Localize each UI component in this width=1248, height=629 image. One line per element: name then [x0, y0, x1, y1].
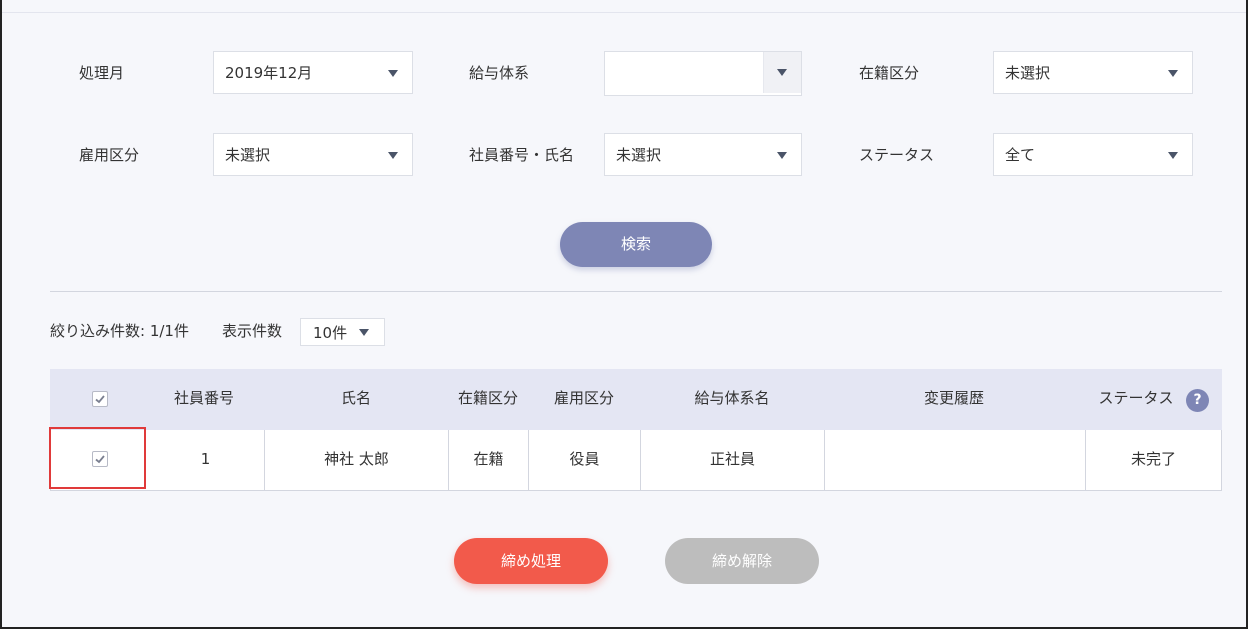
chevron-down-icon — [777, 69, 787, 76]
check-icon — [95, 455, 105, 464]
cell-history — [825, 430, 1086, 490]
pay-system-label: 給与体系 — [469, 64, 530, 82]
top-divider — [2, 12, 1246, 13]
pay-system-select[interactable] — [604, 51, 802, 96]
processing-month-select[interactable]: 2019年12月 — [213, 51, 413, 94]
enrollment-type-label: 在籍区分 — [859, 64, 920, 82]
chevron-down-icon — [1168, 70, 1178, 77]
employment-type-select[interactable]: 未選択 — [213, 133, 413, 176]
chevron-down-icon — [359, 329, 369, 336]
status-filter-label: ステータス — [859, 146, 935, 164]
select-all-checkbox[interactable] — [92, 391, 108, 407]
cell-name: 神社 太郎 — [265, 430, 449, 490]
row-checkbox-cell — [51, 430, 147, 490]
employee-label: 社員番号・氏名 — [469, 146, 575, 164]
header-employee-no: 社員番号 — [173, 389, 234, 407]
enrollment-type-select[interactable]: 未選択 — [993, 51, 1193, 94]
processing-month-label: 処理月 — [79, 64, 125, 82]
header-name: 氏名 — [340, 389, 371, 407]
header-status: ステータス — [1098, 389, 1174, 407]
cell-pay-system: 正社員 — [641, 430, 825, 490]
employee-select[interactable]: 未選択 — [604, 133, 802, 176]
section-divider — [50, 291, 1222, 292]
enrollment-type-value: 未選択 — [1005, 64, 1051, 82]
processing-month-value: 2019年12月 — [225, 64, 313, 82]
chevron-down-icon — [388, 152, 398, 159]
cell-enrollment: 在籍 — [449, 430, 529, 490]
cell-employment: 役員 — [529, 430, 641, 490]
close-processing-button[interactable]: 締め処理 — [454, 538, 608, 584]
filtered-count: 絞り込み件数: 1/1件 — [50, 322, 189, 340]
status-filter-select[interactable]: 全て — [993, 133, 1193, 176]
employment-type-label: 雇用区分 — [79, 146, 140, 164]
check-icon — [95, 395, 105, 404]
status-filter-value: 全て — [1005, 146, 1036, 164]
cell-status: 未完了 — [1130, 450, 1176, 468]
employee-value: 未選択 — [616, 146, 662, 164]
row-checkbox[interactable] — [92, 451, 108, 467]
table-row: 1 神社 太郎 在籍 役員 正社員 未完了 — [50, 430, 1222, 491]
header-pay-system: 給与体系名 — [694, 389, 770, 407]
pay-system-dropdown-button[interactable] — [763, 52, 801, 93]
chevron-down-icon — [388, 70, 398, 77]
header-history: 変更履歴 — [923, 389, 984, 407]
chevron-down-icon — [1168, 152, 1178, 159]
chevron-down-icon — [777, 152, 787, 159]
per-page-value: 10件 — [313, 324, 348, 342]
table-header: 社員番号 氏名 在籍区分 雇用区分 給与体系名 変更履歴 ステータス — [50, 369, 1222, 430]
employment-type-value: 未選択 — [225, 146, 271, 164]
per-page-select[interactable]: 10件 — [300, 318, 385, 346]
header-employment: 雇用区分 — [553, 389, 614, 407]
help-icon[interactable]: ? — [1186, 389, 1209, 412]
cell-employee-no: 1 — [147, 430, 265, 490]
release-closing-button[interactable]: 締め解除 — [665, 538, 819, 584]
header-enrollment: 在籍区分 — [457, 389, 518, 407]
per-page-label: 表示件数 — [222, 322, 283, 340]
search-button[interactable]: 検索 — [560, 222, 712, 267]
page-frame: 処理月 2019年12月 給与体系 在籍区分 未選択 雇用区分 未選択 社員番号… — [0, 0, 1248, 629]
